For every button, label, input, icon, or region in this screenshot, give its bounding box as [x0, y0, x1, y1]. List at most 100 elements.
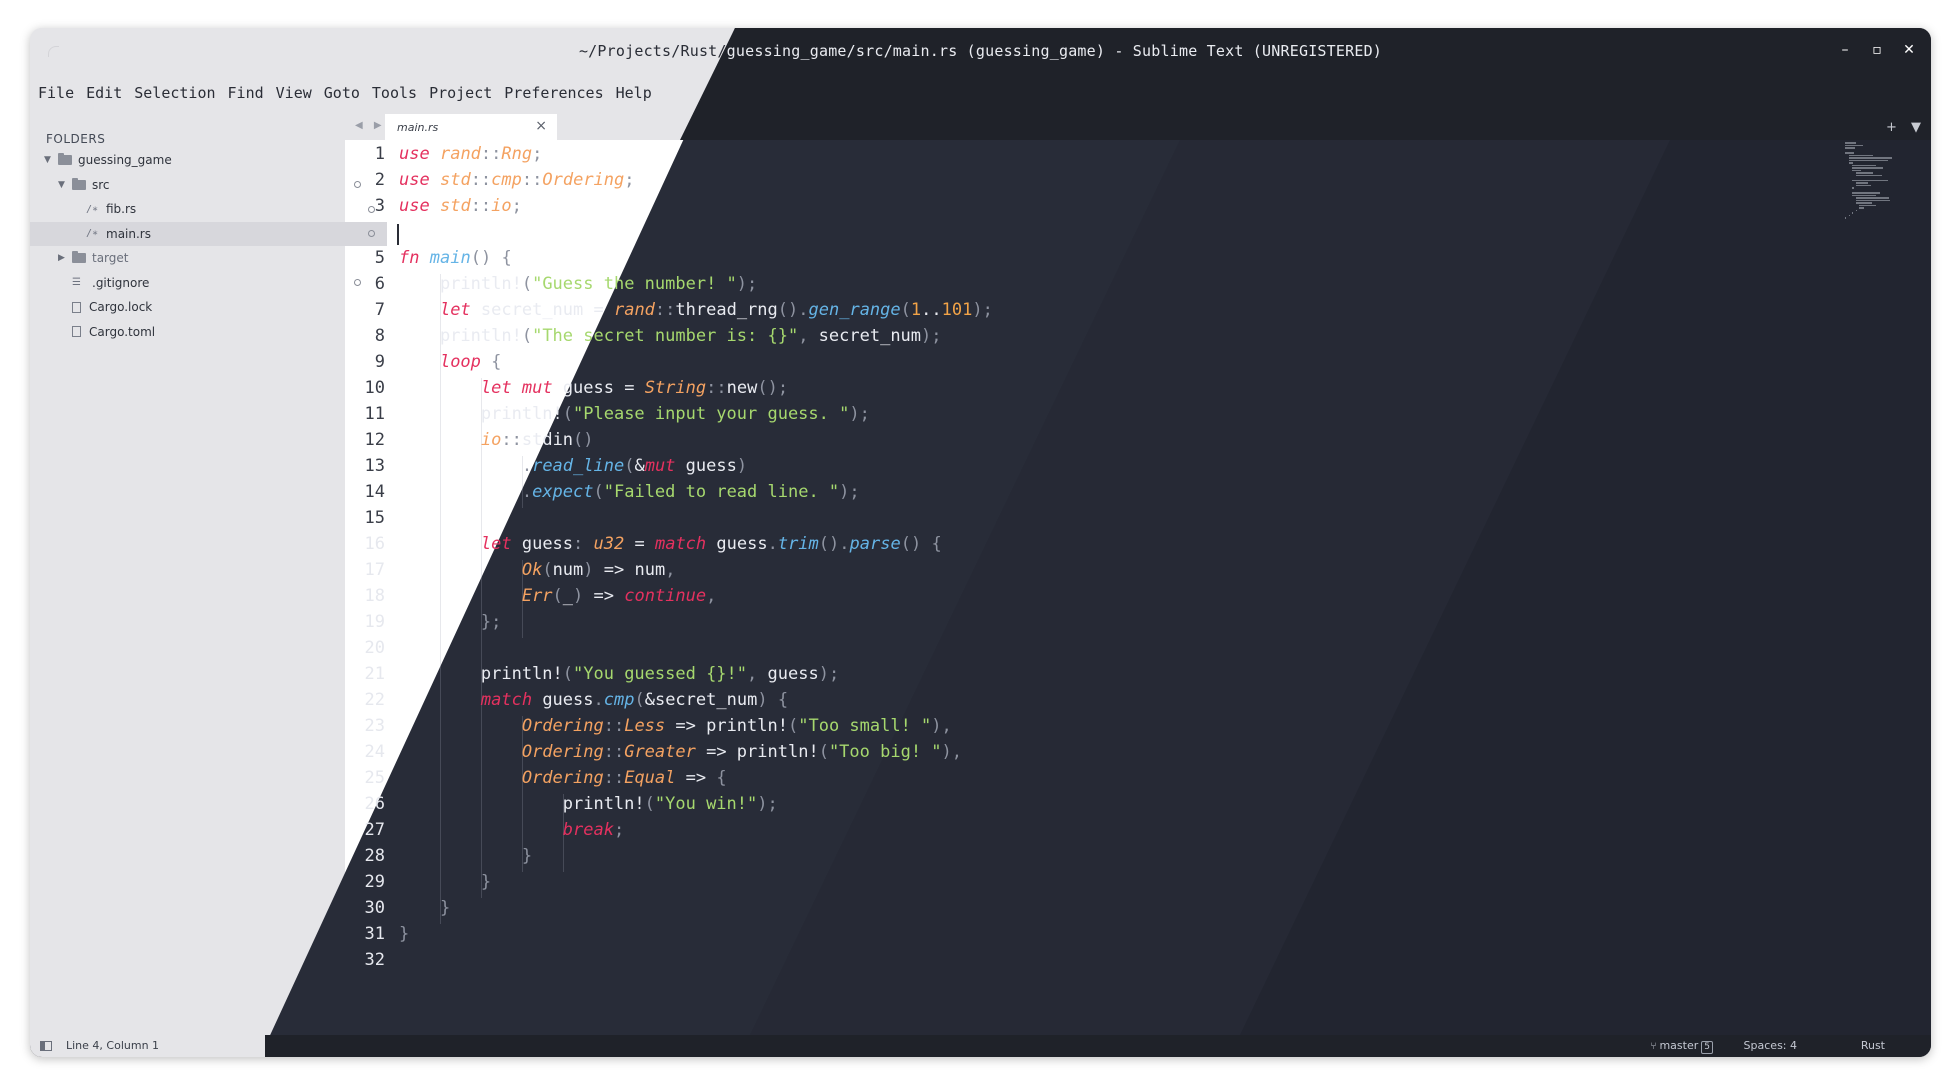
tab-close-icon[interactable]: ×	[535, 118, 547, 134]
code-line[interactable]: let secret_num = rand::thread_rng().gen_…	[399, 300, 993, 320]
code-line[interactable]: .read_line(&mut guess)	[399, 456, 747, 476]
code-line[interactable]: Ordering::Greater => println!("Too big! …	[399, 742, 962, 762]
code-line[interactable]: }	[399, 872, 491, 892]
code-line[interactable]: println!("The secret number is: {}", sec…	[399, 326, 942, 346]
minimap-line	[1848, 162, 1854, 164]
code-line[interactable]: println!("You guessed {}!", guess);	[399, 664, 839, 684]
window-title: ~/Projects/Rust/guessing_game/src/main.r…	[578, 42, 1383, 60]
tree-item[interactable]: ▼ src	[30, 173, 373, 197]
expand-arrow-icon[interactable]: ▼	[58, 180, 68, 190]
file-icon	[72, 326, 81, 337]
folder-icon	[58, 153, 72, 165]
menu-help[interactable]: Help	[616, 80, 662, 106]
minimap-line	[1848, 154, 1874, 156]
minimap-line	[1845, 152, 1854, 154]
code-line[interactable]: Ordering::Less => println!("Too small! "…	[399, 716, 952, 736]
code-line[interactable]: };	[399, 612, 502, 632]
line-number: 30	[364, 898, 385, 918]
new-tab-icon[interactable]: +	[1886, 120, 1897, 135]
menu-selection[interactable]: Selection	[134, 80, 225, 106]
minimap[interactable]	[1845, 142, 1915, 219]
code-file-icon: /∗	[86, 203, 99, 215]
tree-item[interactable]: /∗ main.rs	[30, 221, 387, 246]
menu-goto[interactable]: Goto	[324, 80, 370, 106]
menu-edit[interactable]: Edit	[86, 80, 132, 106]
code-line[interactable]: use rand::Rng;	[399, 144, 542, 164]
tree-item[interactable]: ▼ guessing_game	[30, 148, 359, 172]
maximize-button[interactable]: ▫	[1871, 42, 1883, 58]
window-controls: – ▫ ✕	[1839, 42, 1915, 58]
branch-icon: ⑂	[1650, 1041, 1657, 1052]
minimize-button[interactable]: –	[1839, 42, 1851, 58]
code-line[interactable]: }	[399, 846, 532, 866]
tree-item[interactable]: ☰ .gitignore	[30, 271, 373, 295]
folders-header: FOLDERS	[46, 132, 106, 146]
menu-view[interactable]: View	[276, 80, 322, 106]
code-line[interactable]: Err(_) => continue,	[399, 586, 717, 606]
code-line[interactable]: Ordering::Equal => {	[399, 768, 727, 788]
code-line[interactable]: .expect("Failed to read line. ");	[399, 482, 860, 502]
minimap-line	[1845, 217, 1846, 219]
code-line[interactable]: }	[399, 924, 409, 944]
code-line[interactable]: io::stdin()	[399, 430, 594, 450]
code-line[interactable]: break;	[399, 820, 624, 840]
folder-icon	[72, 251, 86, 263]
line-number: 13	[364, 456, 385, 476]
menu-file[interactable]: File	[38, 80, 84, 106]
tab-menu-icon[interactable]: ▼	[1911, 120, 1921, 135]
tab-bar-actions: + ▼	[1876, 120, 1921, 135]
code-line[interactable]: }	[399, 898, 450, 918]
tree-item[interactable]: ▶ target	[30, 246, 373, 270]
menu-bar: File Edit Selection Find View Goto Tools…	[38, 80, 664, 106]
code-line[interactable]: let guess: u32 = match guess.trim().pars…	[399, 534, 942, 554]
tree-item[interactable]: Cargo.lock	[30, 295, 373, 319]
minimap-line	[1855, 209, 1857, 211]
cursor-position: Line 4, Column 1	[66, 1039, 160, 1052]
code-line[interactable]: fn main() {	[399, 248, 512, 268]
tab-main-rs[interactable]: main.rs ×	[385, 114, 557, 140]
tab-nav-arrows-icon[interactable]: ◀ ▶	[355, 120, 386, 131]
syntax-setting[interactable]: Rust	[1861, 1039, 1885, 1052]
expand-arrow-icon[interactable]: ▼	[44, 155, 54, 165]
code-line[interactable]: Ok(num) => num,	[399, 560, 676, 580]
minimap-line	[1852, 179, 1889, 181]
code-line[interactable]: use std::cmp::Ordering;	[399, 170, 635, 190]
code-line[interactable]: use std::io;	[399, 196, 522, 216]
code-line[interactable]: println!("You win!");	[399, 794, 778, 814]
minimap-line	[1845, 144, 1864, 146]
tab-label: main.rs	[397, 121, 439, 134]
branch-badge: 5	[1701, 1041, 1713, 1054]
file-icon	[72, 301, 81, 313]
code-line[interactable]: println!("Guess the number! ");	[399, 274, 757, 294]
line-number: 27	[364, 820, 385, 840]
line-number: 16	[364, 534, 385, 554]
line-number: 9	[374, 352, 385, 372]
toggle-sidebar-icon[interactable]	[40, 1041, 52, 1051]
code-line[interactable]: loop {	[399, 352, 501, 372]
minimap-line	[1848, 157, 1892, 159]
line-number: 23	[364, 716, 385, 736]
text-file-icon: ☰	[72, 277, 81, 288]
code-line[interactable]: match guess.cmp(&secret_num) {	[399, 690, 788, 710]
menu-find[interactable]: Find	[228, 80, 274, 106]
menu-project[interactable]: Project	[429, 80, 502, 106]
menu-preferences[interactable]: Preferences	[504, 80, 613, 106]
collapse-arrow-icon[interactable]: ▶	[58, 253, 68, 263]
git-status-dot-icon	[354, 181, 361, 188]
tree-item[interactable]: Cargo.toml	[30, 320, 373, 344]
tree-item-label: Cargo.toml	[89, 324, 156, 339]
line-number: 15	[364, 508, 385, 528]
code-line[interactable]: println!("Please input your guess. ");	[399, 404, 870, 424]
line-number: 24	[364, 742, 385, 762]
minimap-line	[1852, 212, 1853, 214]
minimap-line	[1859, 207, 1865, 209]
line-number: 14	[364, 482, 385, 502]
git-branch[interactable]: ⑂ master 5	[1650, 1039, 1713, 1054]
minimap-line	[1852, 167, 1883, 169]
indentation-setting[interactable]: Spaces: 4	[1744, 1039, 1797, 1052]
close-button[interactable]: ✕	[1903, 42, 1915, 58]
tree-item[interactable]: /∗ fib.rs	[30, 197, 387, 221]
code-line[interactable]: let mut guess = String::new();	[399, 378, 788, 398]
code-editor[interactable]: 1234567891011121314151617181920212223242…	[345, 140, 1931, 1035]
menu-tools[interactable]: Tools	[372, 80, 427, 106]
